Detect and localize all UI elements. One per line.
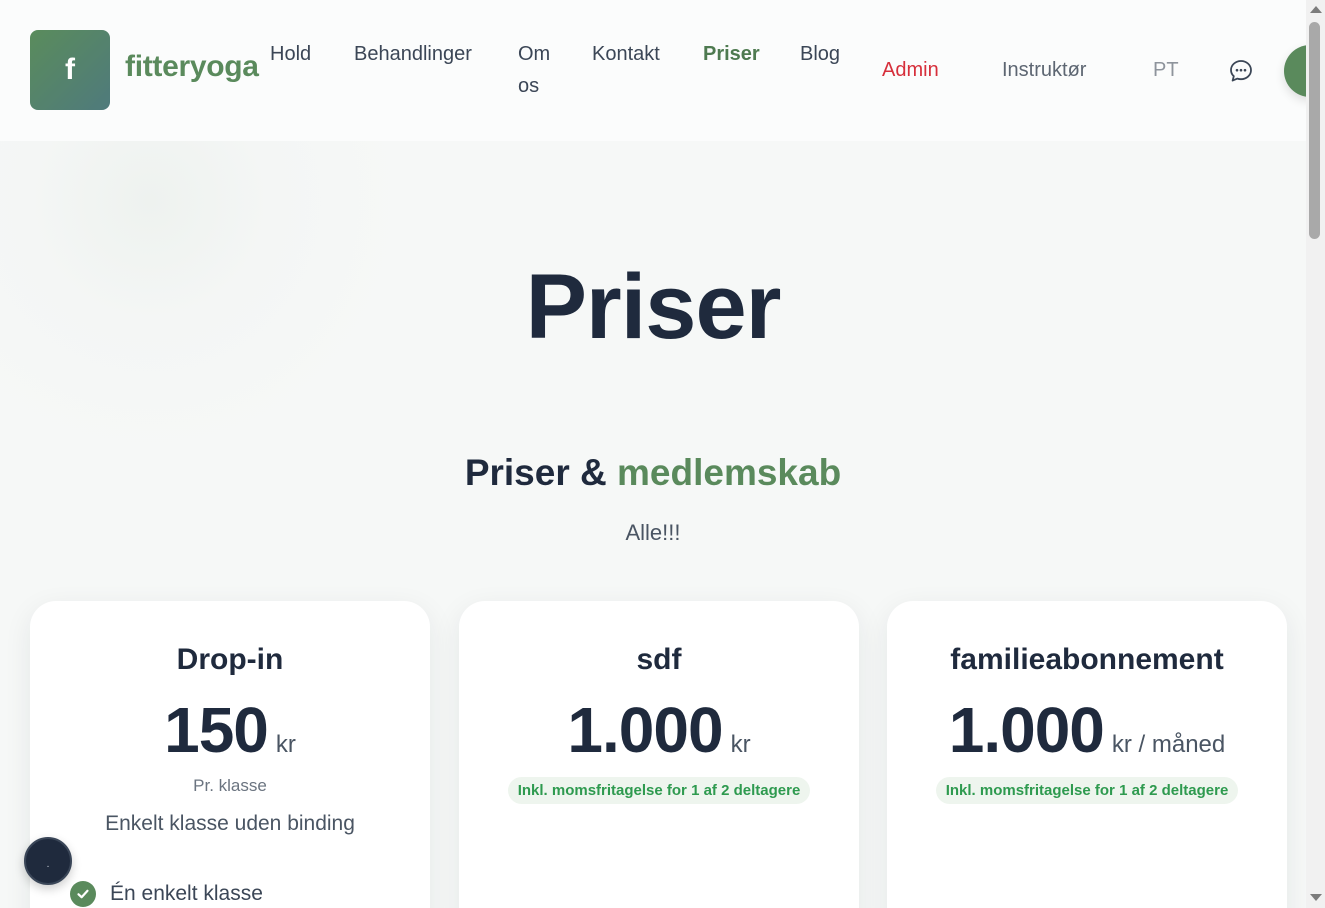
nav-pt[interactable]: PT — [1153, 54, 1179, 86]
card-price: 150 kr — [30, 693, 430, 767]
price-unit: kr / måned — [1111, 731, 1226, 758]
nav-behandlinger[interactable]: Behandlinger — [354, 38, 472, 70]
pricing-card-drop-in: Drop-in 150 kr Pr. klasse Enkelt klasse u… — [30, 601, 430, 908]
pricing-card-sdf: sdf 1.000 kr Inkl. momsfritagelse for 1 a… — [459, 601, 859, 908]
nav-om-os-line1: Om — [518, 43, 551, 65]
nav-priser[interactable]: Priser — [703, 38, 760, 70]
badge-wrap: Inkl. momsfritagelse for 1 af 2 deltager… — [459, 777, 859, 804]
logo-icon[interactable]: f — [30, 30, 110, 110]
nav-om-os-line2: os — [518, 75, 540, 97]
scroll-down-arrow-icon[interactable] — [1310, 894, 1322, 901]
section-title-main: Priser & — [464, 452, 607, 493]
price-note: Pr. klasse — [193, 776, 267, 795]
nav-admin[interactable]: Admin — [882, 54, 939, 86]
card-title: Drop-in — [176, 643, 284, 676]
feature-text: Én enkelt klasse — [110, 882, 263, 905]
brand-name[interactable]: fitteryoga — [125, 50, 259, 84]
section-subtitle: Alle!!! — [625, 520, 681, 545]
scrollbar[interactable] — [1306, 0, 1325, 908]
pricing-card-familieabonnement: familieabonnement 1.000 kr / måned Inkl. … — [887, 601, 1287, 908]
price-amount: 150 — [164, 694, 269, 766]
section-title-accent: medlemskab — [617, 452, 842, 493]
card-title: sdf — [636, 643, 682, 676]
card-title: familieabonnement — [950, 643, 1224, 676]
scroll-up-arrow-icon[interactable] — [1310, 6, 1322, 13]
nav-blog[interactable]: Blog — [800, 38, 840, 70]
card-price: 1.000 kr / måned — [887, 693, 1287, 767]
page: f fitteryoga Hold Behandlinger Om os Kon… — [0, 0, 1325, 908]
card-description: Enkelt klasse uden binding — [105, 812, 355, 835]
nav-instruktor[interactable]: Instruktør — [1002, 54, 1086, 86]
vat-badge: Inkl. momsfritagelse for 1 af 2 deltager… — [507, 777, 811, 804]
card-price: 1.000 kr — [459, 693, 859, 767]
chat-bubble-icon[interactable] — [1228, 58, 1254, 84]
vat-badge: Inkl. momsfritagelse for 1 af 2 deltager… — [935, 777, 1239, 804]
feature-item: Én enkelt klasse — [70, 881, 263, 907]
scroll-thumb[interactable] — [1309, 22, 1320, 239]
logo-letter: f — [65, 53, 75, 86]
price-amount: 1.000 — [567, 694, 723, 766]
price-amount: 1.000 — [948, 694, 1105, 766]
page-title: Priser — [525, 256, 782, 358]
price-unit: kr — [730, 731, 751, 758]
nav-kontakt[interactable]: Kontakt — [592, 38, 660, 70]
nav-om-os[interactable]: Om os — [518, 38, 550, 102]
price-unit: kr — [275, 731, 296, 758]
badge-wrap: Inkl. momsfritagelse for 1 af 2 deltager… — [887, 777, 1287, 804]
nav-hold[interactable]: Hold — [270, 38, 311, 70]
check-icon — [70, 881, 96, 907]
site-header: f fitteryoga Hold Behandlinger Om os Kon… — [0, 0, 1325, 141]
floating-action-button[interactable]: . — [24, 837, 72, 885]
section-title: Priser & medlemskab — [0, 452, 1306, 494]
